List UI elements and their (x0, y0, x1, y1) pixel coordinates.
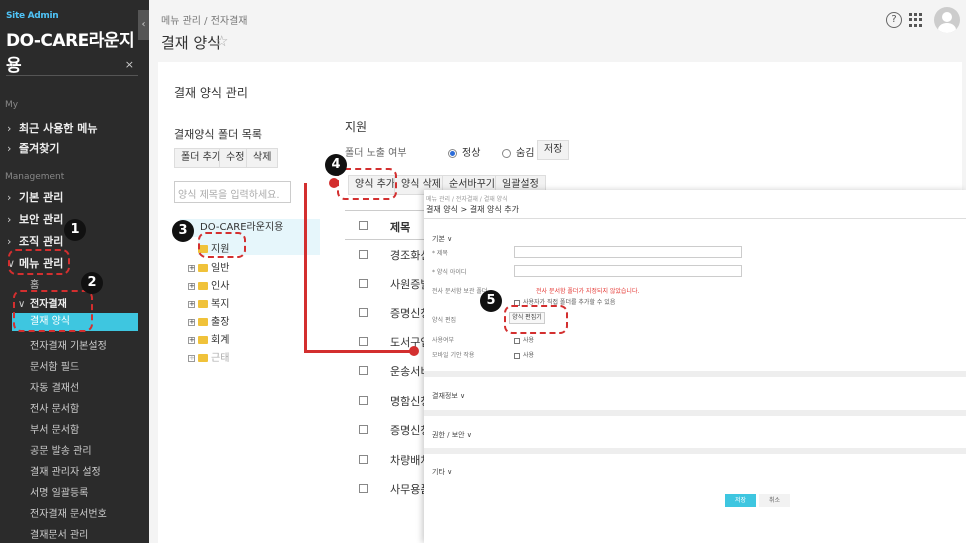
row-checkbox[interactable] (359, 366, 368, 375)
nav-doc-manage[interactable]: 결재문서 관리 (30, 526, 88, 541)
section-rights[interactable]: 권한 / 보안 ∨ (432, 430, 472, 440)
expose-save-button[interactable]: 저장 (537, 140, 570, 160)
step-badge-4: 4 (325, 154, 347, 176)
tree-node-welfare[interactable]: + 복지 (188, 295, 229, 310)
connector-line (304, 183, 307, 353)
label-mobile: 모바일 기안 작용 (432, 352, 475, 359)
folder-name-title: 지원 (345, 120, 368, 134)
nav-dept-box[interactable]: 부서 문서함 (30, 421, 79, 436)
step-badge-2: 2 (81, 272, 103, 294)
section-basic[interactable]: 기본 ∨ (432, 234, 452, 244)
tree-node-attendance[interactable]: + 근태 (188, 349, 229, 364)
nav-auto-line[interactable]: 자동 결재선 (30, 379, 79, 394)
avatar[interactable] (934, 7, 960, 33)
row-checkbox[interactable] (359, 396, 368, 405)
row-checkbox[interactable] (359, 484, 368, 493)
use-checkbox[interactable]: 사용 (514, 335, 534, 344)
connector-dot (329, 178, 339, 188)
nav-company-box[interactable]: 전사 문서함 (30, 400, 79, 415)
nav-signature[interactable]: 서명 일괄등록 (30, 484, 88, 499)
popup-save-button[interactable]: 저장 (725, 494, 756, 507)
section-approval-info[interactable]: 결재정보 ∨ (432, 391, 465, 401)
label-use: 사용여부 (432, 337, 455, 344)
label-folder: 전사 문서함 보관 폴더 (432, 288, 488, 295)
folder-icon (198, 318, 208, 326)
connector-line (304, 350, 414, 353)
panel-title: 결재 양식 관리 (174, 86, 248, 100)
folder-icon (198, 354, 208, 362)
highlight-menu-manage (8, 249, 70, 275)
nav-item-recent[interactable]: › 최근 사용한 메뉴 (7, 120, 98, 136)
label-form-edit: 양식 편집 (432, 317, 456, 324)
tree-node-general[interactable]: + 일반 (188, 259, 229, 274)
select-all-checkbox[interactable] (359, 221, 368, 230)
breadcrumb: 메뉴 관리 / 전자결재 (161, 16, 248, 27)
section-label-management: Management (5, 172, 65, 182)
nav-doc-number[interactable]: 전자결재 문서번호 (30, 505, 107, 520)
star-icon[interactable]: ☆ (215, 32, 228, 50)
folder-icon (198, 300, 208, 308)
step-badge-5: 5 (480, 290, 502, 312)
label-title: * 제목 (432, 250, 448, 257)
row-checkbox[interactable] (359, 455, 368, 464)
row-checkbox[interactable] (359, 250, 368, 259)
apps-grid-icon[interactable] (909, 13, 923, 27)
nav-sub-home[interactable]: 홈 (30, 276, 39, 291)
add-form-popup: 메뉴 관리 / 전자결재 / 결재 양식 결재 양식 > 결재 양식 추가 기본… (424, 190, 966, 543)
form-search-input[interactable]: 양식 제목을 입력하세요. (174, 181, 291, 203)
nav-approval-settings[interactable]: 전자결재 기본설정 (30, 337, 107, 352)
radio-normal[interactable]: 정상 (448, 144, 480, 159)
folder-icon (198, 264, 208, 272)
close-icon[interactable]: × (125, 58, 134, 71)
section-etc[interactable]: 기타 ∨ (432, 467, 452, 477)
nav-doc-fields[interactable]: 문서함 필드 (30, 358, 79, 373)
title-input[interactable] (514, 246, 742, 258)
nav-item-basic[interactable]: › 기본 관리 (7, 189, 63, 205)
folder-warning: 전사 문서함 폴더가 지정되지 않았습니다. (536, 288, 640, 295)
delete-folder-button[interactable]: 삭제 (246, 148, 279, 168)
popup-breadcrumb: 메뉴 관리 / 전자결재 / 결재 양식 (426, 196, 508, 203)
mobile-checkbox[interactable]: 사용 (514, 350, 534, 359)
highlight-add-form (337, 168, 397, 200)
radio-hidden[interactable]: 숨김 (502, 144, 534, 159)
nav-item-org[interactable]: › 조직 관리 (7, 233, 63, 249)
help-icon[interactable]: ? (886, 12, 902, 28)
nav-item-favorites[interactable]: › 즐겨찾기 (7, 140, 59, 156)
connector-dot (409, 346, 419, 356)
label-form-id: * 양식 아이디 (432, 269, 467, 276)
highlight-support-folder (198, 232, 246, 258)
row-checkbox[interactable] (359, 425, 368, 434)
page-title: 결재 양식 (161, 34, 221, 52)
search-icon: ⌕ (8, 58, 15, 71)
form-id-input[interactable] (514, 265, 742, 277)
sidebar-search-input[interactable]: ⌕ × (6, 58, 138, 76)
folder-icon (198, 336, 208, 344)
tree-node-accounting[interactable]: + 회계 (188, 331, 229, 346)
tree-node-hr[interactable]: + 인사 (188, 277, 229, 292)
sidebar-collapse-button[interactable]: ‹ (138, 10, 149, 40)
row-checkbox[interactable] (359, 279, 368, 288)
folder-list-title: 결재양식 폴더 목록 (174, 128, 262, 141)
step-badge-1: 1 (64, 219, 86, 241)
table-header: 제목 (345, 210, 435, 240)
step-badge-3: 3 (172, 220, 194, 242)
tree-node-trip[interactable]: + 출장 (188, 313, 229, 328)
site-admin-label: Site Admin (6, 11, 59, 21)
section-label-my: My (5, 100, 19, 110)
popup-title: 결재 양식 > 결재 양식 추가 (426, 205, 520, 214)
col-title: 제목 (390, 221, 411, 234)
header: 메뉴 관리 / 전자결재 결재 양식 ☆ ? (149, 0, 966, 60)
popup-cancel-button[interactable]: 취소 (759, 494, 790, 507)
nav-official-send[interactable]: 공문 발송 관리 (30, 442, 92, 457)
expose-label: 폴더 노출 여부 (345, 148, 407, 159)
row-checkbox[interactable] (359, 337, 368, 346)
nav-approval-admin[interactable]: 결재 관리자 설정 (30, 463, 101, 478)
folder-icon (198, 282, 208, 290)
nav-item-security[interactable]: › 보안 관리 (7, 211, 63, 227)
highlight-form-editor (504, 305, 568, 334)
row-checkbox[interactable] (359, 308, 368, 317)
highlight-approval-form (13, 290, 93, 332)
